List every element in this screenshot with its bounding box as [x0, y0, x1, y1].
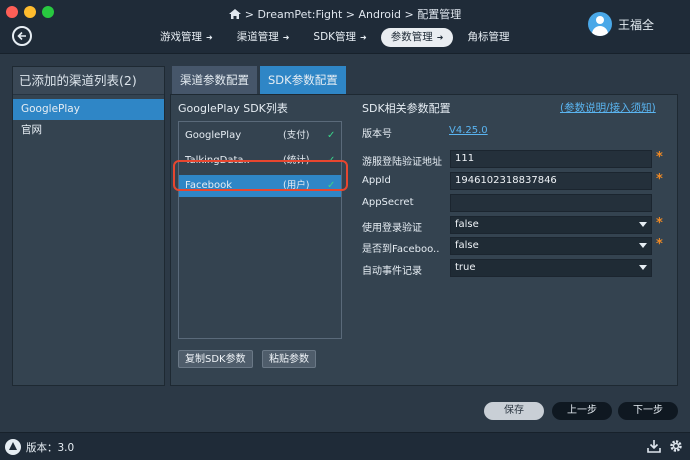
facebook-select[interactable]: false [450, 237, 652, 255]
channel-item-official[interactable]: 官网 [13, 120, 164, 141]
help-link[interactable]: (参数说明/接入须知) [560, 100, 656, 115]
nav-tab-badge[interactable]: 角标管理 [457, 28, 519, 47]
config-title: SDK相关参数配置 [362, 102, 451, 115]
avatar [587, 12, 612, 36]
breadcrumb: > DreamPet:Fight > Android > 配置管理 [0, 6, 690, 22]
nav-tab-sdk[interactable]: SDK管理 ➜ [303, 28, 376, 47]
channel-list-title: 已添加的渠道列表(2) [13, 67, 164, 95]
chevron-down-icon [639, 265, 647, 270]
field-label-appsecret: AppSecret [362, 197, 414, 208]
nav-tab-game[interactable]: 游戏管理 ➜ [150, 28, 223, 47]
user-profile[interactable]: 王福全 [587, 12, 654, 36]
required-marker: * [656, 172, 663, 187]
main-nav: 游戏管理 ➜ 渠道管理 ➜ SDK管理 ➜ 参数管理 ➜ 角标管理 [150, 28, 519, 47]
nav-tab-channel[interactable]: 渠道管理 ➜ [227, 28, 300, 47]
status-bar: 版本：3.0 [0, 432, 690, 460]
sdk-list-title: GooglePlay SDK列表 [178, 102, 288, 115]
back-button[interactable] [12, 26, 32, 46]
breadcrumb-text: > DreamPet:Fight > Android > 配置管理 [244, 8, 462, 21]
login-url-input[interactable]: 111 [450, 150, 652, 168]
tab-channel-params[interactable]: 渠道参数配置 [172, 66, 257, 94]
appsecret-input[interactable] [450, 194, 652, 212]
paste-params-button[interactable]: 粘贴参数 [262, 350, 316, 368]
arrow-left-icon [17, 31, 26, 41]
arrow-right-icon: ➜ [360, 33, 367, 42]
prev-step-button[interactable]: 上一步 [552, 402, 612, 420]
field-label-login-url: 游服登陆验证地址 [362, 157, 442, 168]
version-label: 版本号 [362, 129, 392, 140]
check-icon: ✓ [327, 130, 336, 141]
app-logo-icon [5, 439, 21, 455]
field-label-appid: AppId [362, 175, 391, 186]
save-button[interactable]: 保存 [484, 402, 544, 420]
tab-sdk-params[interactable]: SDK参数配置 [260, 66, 346, 94]
config-tabs: 渠道参数配置 SDK参数配置 [172, 66, 346, 94]
auto-events-select[interactable]: true [450, 259, 652, 277]
channel-item-googleplay[interactable]: GooglePlay [13, 99, 164, 120]
app-header: > DreamPet:Fight > Android > 配置管理 游戏管理 ➜ … [0, 0, 690, 54]
field-label-auto-events: 自动事件记录 [362, 266, 422, 277]
field-label-login-verify: 使用登录验证 [362, 223, 422, 234]
arrow-right-icon: ➜ [206, 33, 213, 42]
sdk-item-googleplay[interactable]: GooglePlay (支付) ✓ [179, 125, 341, 147]
version-link[interactable]: V4.25.0 [449, 125, 488, 136]
home-icon [228, 9, 241, 19]
download-icon[interactable] [646, 438, 662, 454]
sdk-list: GooglePlay (支付) ✓ TalkingData.. (统计) ✓ F… [178, 121, 342, 339]
arrow-right-icon: ➜ [282, 33, 290, 42]
login-verify-select[interactable]: false [450, 216, 652, 234]
field-label-facebook: 是否到Faceboo.. [362, 244, 440, 255]
required-marker: * [656, 216, 663, 231]
gear-icon[interactable] [668, 438, 684, 454]
chevron-down-icon [639, 222, 647, 227]
chevron-down-icon [639, 243, 647, 248]
appid-input[interactable]: 1946102318837846 [450, 172, 652, 190]
required-marker: * [656, 237, 663, 252]
nav-tab-params[interactable]: 参数管理 ➜ [380, 28, 454, 47]
highlight-box [173, 160, 348, 191]
channel-list-panel: 已添加的渠道列表(2) GooglePlay 官网 [12, 66, 165, 386]
next-step-button[interactable]: 下一步 [618, 402, 678, 420]
version-text: 版本：3.0 [26, 442, 75, 454]
arrow-right-icon: ➜ [436, 33, 444, 42]
required-marker: * [656, 150, 663, 165]
copy-sdk-params-button[interactable]: 复制SDK参数 [178, 350, 253, 368]
user-name: 王福全 [617, 17, 654, 32]
